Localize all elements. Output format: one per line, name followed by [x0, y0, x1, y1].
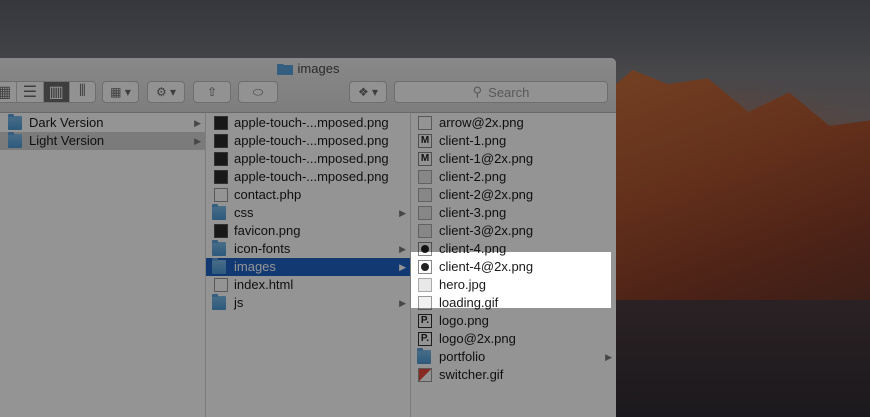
list-item-label: hero.jpg: [439, 277, 486, 292]
dim-overlay-top: [0, 0, 870, 252]
image-file-icon: [418, 278, 432, 292]
image-file-icon: [418, 260, 432, 274]
list-item-label: client-4@2x.png: [439, 259, 534, 274]
dim-overlay-bottom: [0, 308, 870, 417]
dim-overlay-left: [0, 252, 411, 308]
dim-overlay-right: [611, 252, 870, 308]
list-item[interactable]: hero.jpg: [411, 276, 616, 294]
list-item[interactable]: client-4@2x.png: [411, 258, 616, 276]
